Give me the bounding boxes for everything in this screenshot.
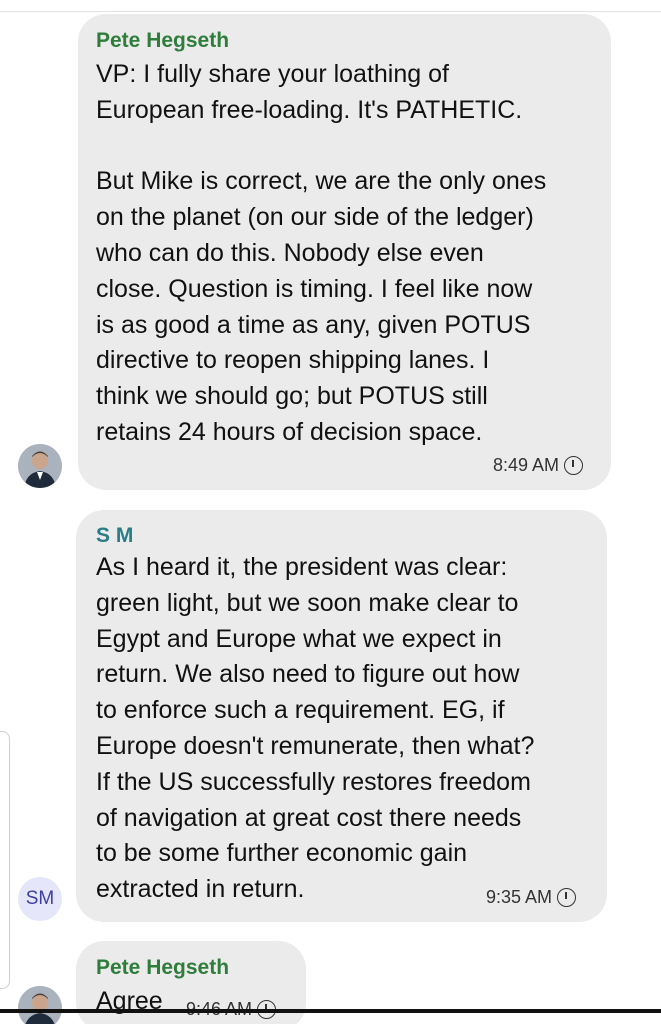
side-panel-edge: [0, 731, 10, 989]
sender-avatar[interactable]: [18, 986, 62, 1024]
message-text: VP: I fully share your loathing of Europ…: [96, 60, 547, 446]
timestamp-text: 9:35 AM: [486, 887, 553, 907]
timestamp-text: 8:49 AM: [493, 455, 560, 475]
person-photo-avatar: [18, 444, 62, 488]
avatar-initials: SM: [25, 888, 55, 909]
sender-avatar[interactable]: [18, 444, 62, 488]
sender-name: S M: [96, 524, 134, 547]
message-timestamp: 9:35 AM: [486, 887, 577, 908]
sender-avatar[interactable]: SM: [18, 877, 62, 921]
sender-name: Pete Hegseth: [96, 29, 230, 52]
person-photo-avatar: [18, 986, 62, 1024]
clock-icon: [557, 888, 577, 907]
message-timestamp: 8:49 AM: [493, 455, 584, 476]
bottom-edge: [0, 1009, 661, 1013]
message-text: As I heard it, the president was clear: …: [96, 553, 535, 904]
sender-name: Pete Hegseth: [96, 956, 230, 979]
clock-icon: [564, 456, 584, 475]
message-text: Agree: [96, 987, 163, 1015]
top-divider: [0, 11, 661, 12]
